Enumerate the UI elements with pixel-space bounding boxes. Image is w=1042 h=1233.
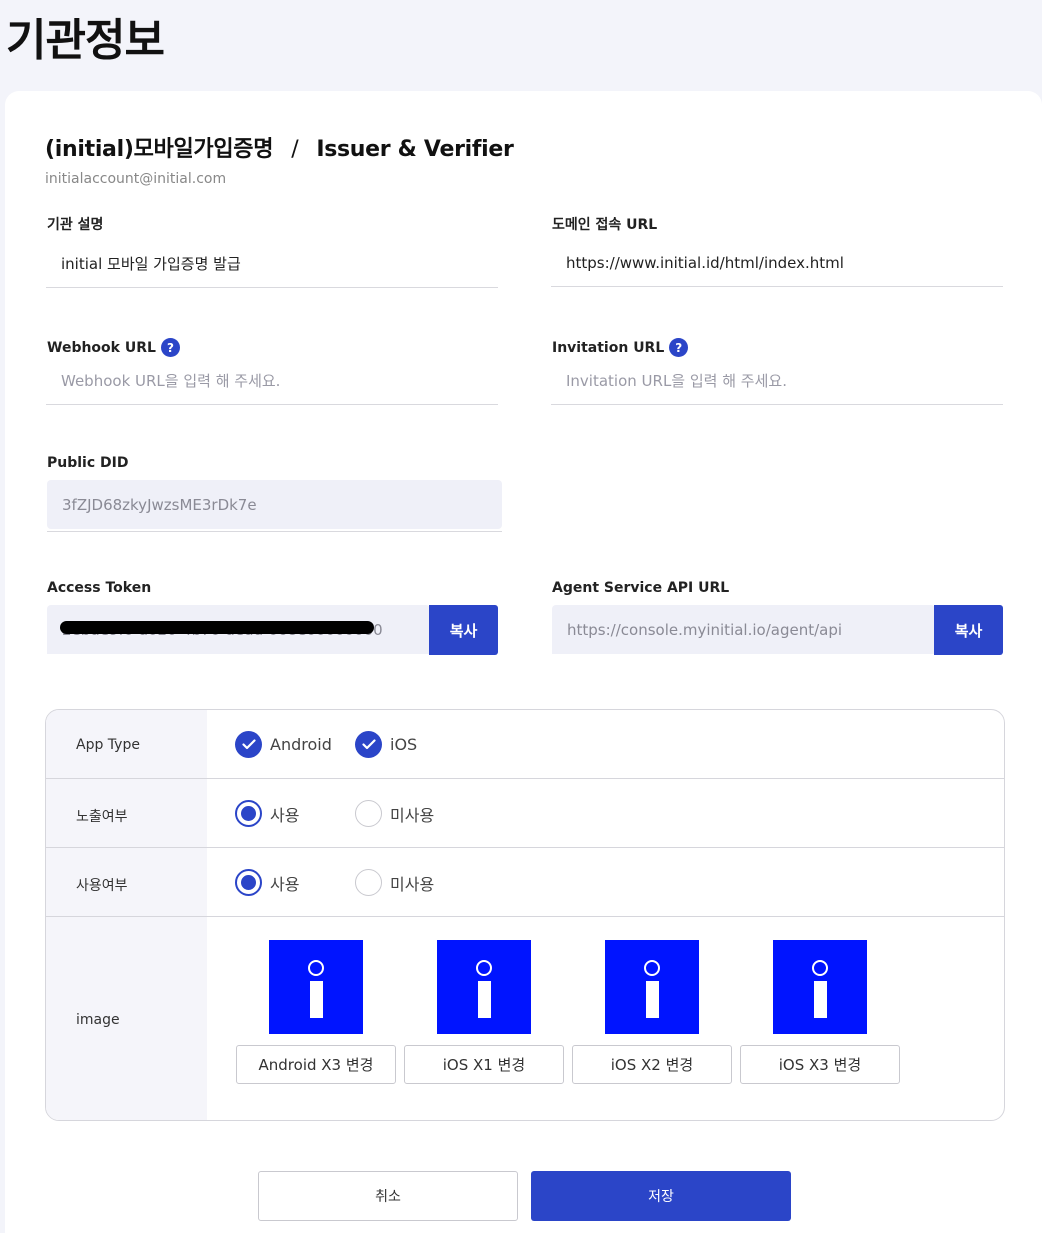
domain-url-input[interactable] bbox=[551, 239, 1003, 287]
domain-url-label: 도메인 접속 URL bbox=[552, 214, 657, 234]
exposure-unused-label: 미사용 bbox=[390, 805, 435, 825]
usage-unused-radio[interactable]: 미사용 bbox=[355, 869, 434, 896]
invitation-url-label: Invitation URL ? bbox=[552, 338, 689, 357]
check-icon bbox=[355, 731, 382, 758]
agent-api-url-label: Agent Service API URL bbox=[552, 580, 729, 596]
image-label: image bbox=[76, 1012, 120, 1028]
exposure-label: 노출여부 bbox=[76, 809, 128, 825]
org-email: initialaccount@initial.com bbox=[45, 171, 227, 187]
invitation-url-input[interactable] bbox=[551, 357, 1003, 405]
exposure-row: 노출여부 사용 미사용 bbox=[46, 779, 1004, 848]
description-input[interactable] bbox=[46, 240, 498, 288]
change-ios-x2-button[interactable]: iOS X2 변경 bbox=[572, 1045, 732, 1084]
public-did-label: Public DID bbox=[47, 455, 128, 471]
radio-selected-icon bbox=[235, 800, 262, 827]
change-ios-x3-button[interactable]: iOS X3 변경 bbox=[740, 1045, 900, 1084]
description-label-text: 기관 설명 bbox=[47, 217, 104, 233]
radio-selected-icon bbox=[235, 869, 262, 896]
invitation-url-label-text: Invitation URL bbox=[552, 339, 665, 356]
usage-label: 사용여부 bbox=[76, 878, 128, 894]
help-icon[interactable]: ? bbox=[160, 338, 180, 357]
usage-use-radio[interactable]: 사용 bbox=[235, 869, 299, 896]
webhook-url-label: Webhook URL ? bbox=[47, 338, 180, 357]
app-type-label: App Type bbox=[76, 737, 140, 753]
public-did-input[interactable] bbox=[47, 480, 502, 529]
change-ios-x1-button[interactable]: iOS X1 변경 bbox=[404, 1045, 564, 1084]
org-role: Issuer & Verifier bbox=[316, 137, 514, 162]
ios-label: iOS bbox=[390, 735, 418, 754]
check-icon bbox=[235, 731, 262, 758]
access-token-label-text: Access Token bbox=[47, 580, 152, 596]
webhook-url-label-text: Webhook URL bbox=[47, 339, 156, 356]
usage-use-label: 사용 bbox=[270, 874, 300, 894]
exposure-use-label: 사용 bbox=[270, 805, 300, 825]
cancel-button[interactable]: 취소 bbox=[258, 1171, 518, 1221]
radio-empty-icon bbox=[355, 869, 382, 896]
public-did-underline bbox=[47, 531, 502, 532]
page-title: 기관정보 bbox=[6, 15, 165, 66]
usage-row: 사용여부 사용 미사용 bbox=[46, 848, 1004, 917]
android-label: Android bbox=[270, 735, 332, 754]
webhook-url-input[interactable] bbox=[46, 357, 498, 405]
app-type-row: App Type Android iOS bbox=[46, 710, 1004, 779]
redaction-mark bbox=[60, 621, 374, 634]
org-heading: (initial)모바일가입증명 / Issuer & Verifier bbox=[45, 131, 514, 163]
settings-table: App Type Android iOS 노출여부 사용 미사용 사용여부 사용… bbox=[45, 709, 1005, 1121]
access-token-label: Access Token bbox=[47, 580, 151, 596]
initial-info-icon bbox=[437, 940, 531, 1034]
copy-agent-api-url-button[interactable]: 복사 bbox=[934, 605, 1003, 655]
public-did-label-text: Public DID bbox=[47, 455, 129, 471]
initial-info-icon bbox=[773, 940, 867, 1034]
initial-info-icon bbox=[269, 940, 363, 1034]
usage-unused-label: 미사용 bbox=[390, 874, 435, 894]
agent-api-url-label-text: Agent Service API URL bbox=[552, 580, 730, 596]
exposure-use-radio[interactable]: 사용 bbox=[235, 800, 299, 827]
save-button[interactable]: 저장 bbox=[531, 1171, 791, 1221]
org-info-card: (initial)모바일가입증명 / Issuer & Verifier initi… bbox=[5, 91, 1042, 1233]
android-checkbox[interactable]: Android bbox=[235, 731, 332, 758]
radio-empty-icon bbox=[355, 800, 382, 827]
ios-checkbox[interactable]: iOS bbox=[355, 731, 417, 758]
domain-url-label-text: 도메인 접속 URL bbox=[552, 217, 658, 233]
org-name: (initial)모바일가입증명 bbox=[45, 137, 274, 162]
copy-access-token-button[interactable]: 복사 bbox=[429, 605, 498, 655]
image-row: image Android X3 변경 iOS X1 변경 iOS X2 변경 … bbox=[46, 917, 1004, 1120]
exposure-unused-radio[interactable]: 미사용 bbox=[355, 800, 434, 827]
description-label: 기관 설명 bbox=[47, 214, 103, 234]
initial-info-icon bbox=[605, 940, 699, 1034]
agent-api-url-input[interactable] bbox=[552, 605, 935, 654]
org-separator: / bbox=[291, 137, 299, 162]
help-icon[interactable]: ? bbox=[669, 338, 689, 357]
change-android-x3-button[interactable]: Android X3 변경 bbox=[236, 1045, 396, 1084]
